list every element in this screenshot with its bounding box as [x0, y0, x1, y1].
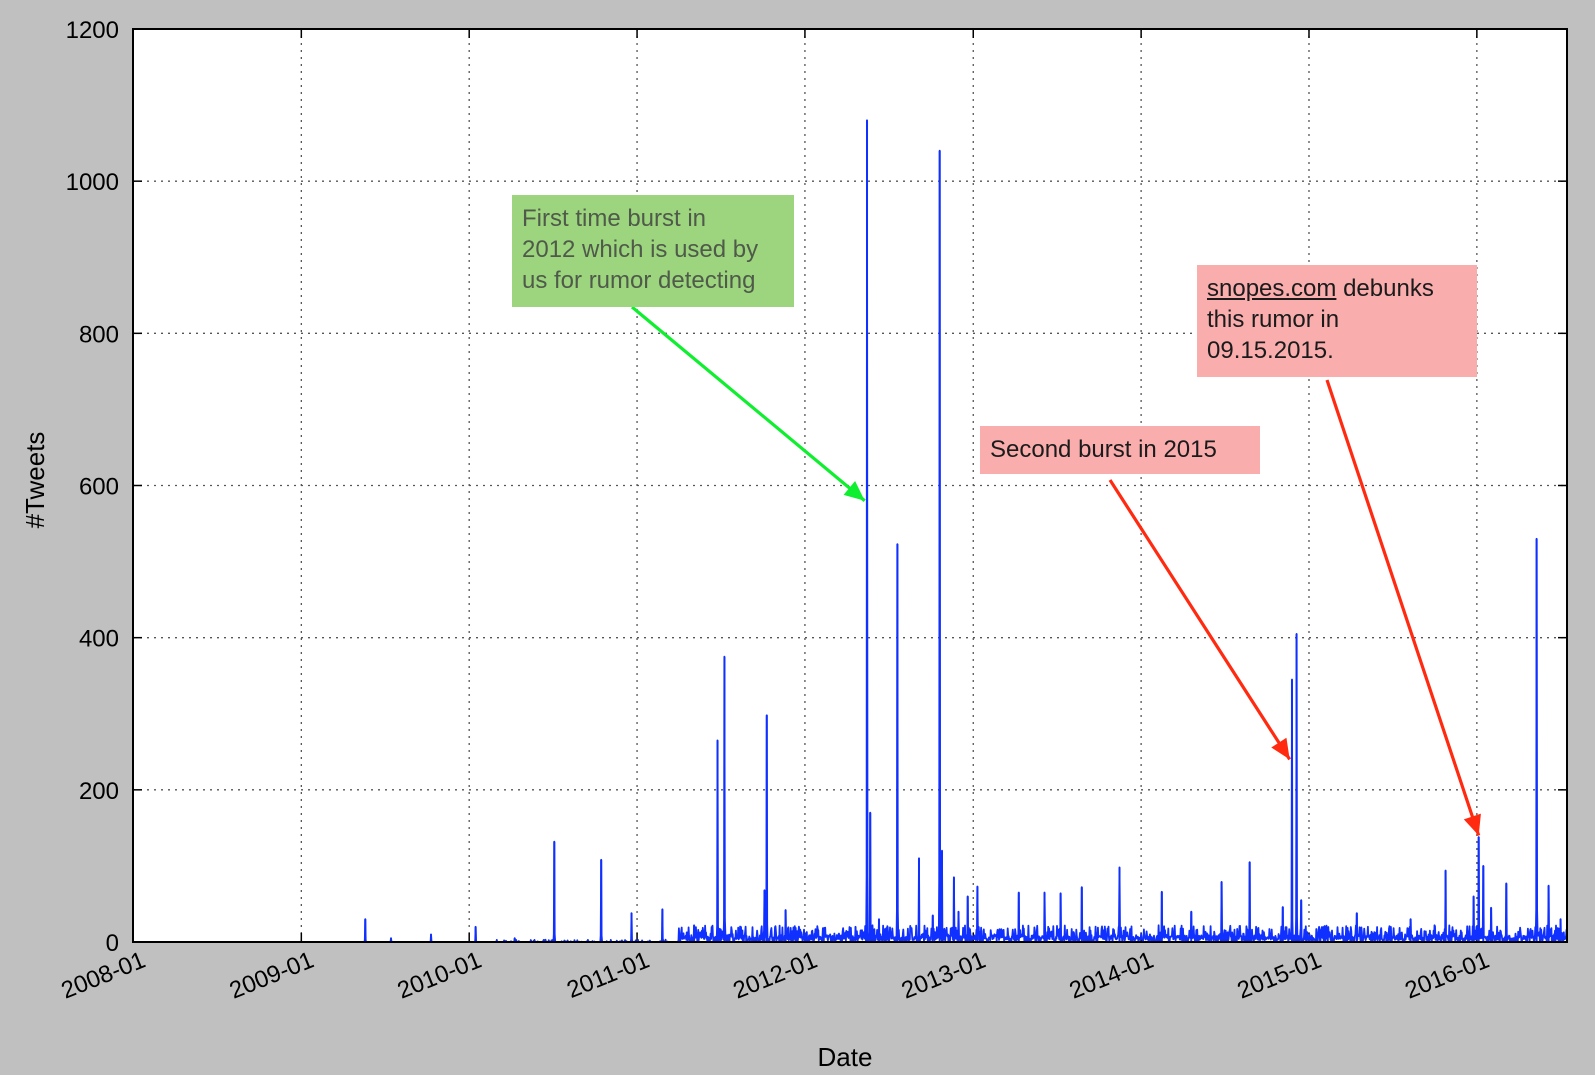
annotation-first-burst-line-3: us for rumor detecting	[522, 267, 756, 294]
annotation-snopes: snopes.com debunks this rumor in 09.15.2…	[1197, 265, 1477, 377]
y-tick-label: 1000	[66, 169, 119, 196]
x-tick-label: 2016-01	[1401, 947, 1493, 1005]
x-tick-label: 2015-01	[1233, 947, 1325, 1005]
x-tick-label: 2008-01	[57, 947, 149, 1005]
x-tick-label: 2012-01	[729, 947, 821, 1005]
y-tick-label: 600	[79, 474, 119, 501]
annotation-snopes-line-2: this rumor in	[1207, 306, 1340, 333]
chart-root: 0 200 400 600 800 1000 1200 2008-01 2009-01 2010-…	[0, 0, 1595, 1075]
x-tick-label: 2013-01	[898, 947, 990, 1005]
y-tick-label: 400	[79, 626, 119, 653]
annotation-snopes-line-3: 09.15.2015.	[1207, 337, 1334, 364]
annotation-first-burst: First time burst in 2012 which is used b…	[512, 195, 794, 307]
annotation-second-burst: Second burst in 2015	[980, 426, 1260, 474]
y-tick-label: 1200	[66, 17, 119, 44]
annotation-snopes-line-1-rest: debunks	[1336, 275, 1434, 302]
snopes-link[interactable]: snopes.com	[1207, 275, 1336, 302]
y-tick-label: 0	[106, 930, 119, 957]
y-tick-label: 200	[79, 778, 119, 805]
x-tick-label: 2009-01	[226, 947, 318, 1005]
x-tick-label: 2011-01	[563, 947, 653, 1004]
y-tick-label: 800	[79, 321, 119, 348]
y-axis-title: #Tweets	[20, 432, 50, 529]
x-tick-label: 2014-01	[1066, 947, 1158, 1005]
annotation-first-burst-line-2: 2012 which is used by	[522, 236, 759, 263]
x-axis-title: Date	[818, 1042, 873, 1072]
tweets-timeline-chart: 0 200 400 600 800 1000 1200 2008-01 2009-01 2010-…	[20, 17, 1568, 1072]
annotation-snopes-line-1: snopes.com debunks	[1207, 273, 1467, 304]
x-tick-label: 2010-01	[394, 947, 486, 1005]
annotation-first-burst-line-1: First time burst in	[522, 205, 707, 232]
annotation-second-burst-line-1: Second burst in 2015	[990, 436, 1217, 463]
